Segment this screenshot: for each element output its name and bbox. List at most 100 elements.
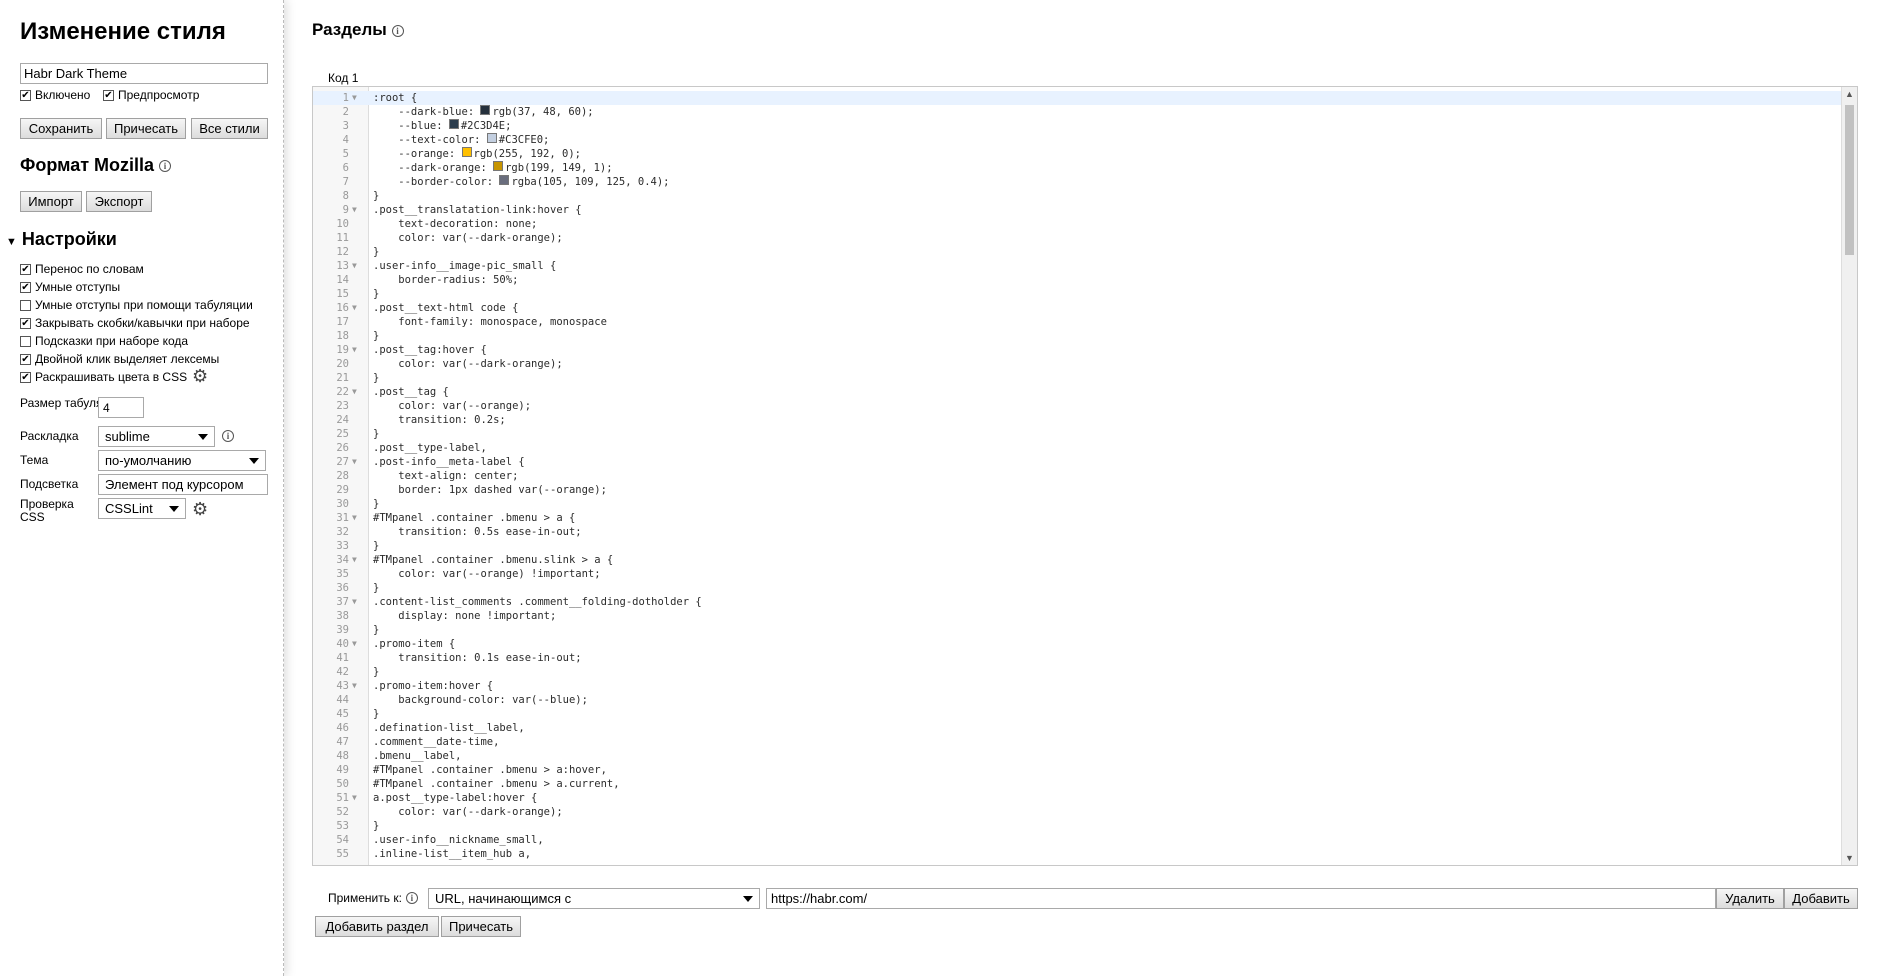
settings-option[interactable]: ✔ Двойной клик выделяет лексемы [20,352,219,366]
keymap-info-icon[interactable]: i [222,430,234,442]
export-button[interactable]: Экспорт [86,191,152,212]
scrollbar-thumb[interactable] [1845,105,1854,255]
apply-info-icon[interactable]: i [405,892,418,904]
import-button[interactable]: Импорт [20,191,82,212]
code-line[interactable]: 29 border: 1px dashed var(--orange); [313,483,1841,497]
code-line[interactable]: 48 .bmenu__label, [313,749,1841,763]
code-line[interactable]: 28 text-align: center; [313,469,1841,483]
code-line[interactable]: 42} [313,665,1841,679]
code-line[interactable]: 5 --orange: rgb(255, 192, 0); [313,147,1841,161]
beautify-button[interactable]: Причесать [106,118,186,139]
code-line[interactable]: 38 display: none !important; [313,609,1841,623]
code-line[interactable]: 23 color: var(--orange); [313,399,1841,413]
code-line[interactable]: 36} [313,581,1841,595]
fold-arrow-icon[interactable]: ▼ [352,301,357,315]
code-line[interactable]: 53} [313,819,1841,833]
option-checkbox[interactable] [20,299,31,311]
code-line[interactable]: 17 font-family: monospace, monospace [313,315,1841,329]
color-swatch[interactable] [448,119,459,129]
preview-checkbox[interactable]: ✔ [103,89,114,101]
code-line[interactable]: 43 ▼ .promo-item:hover { [313,679,1841,693]
code-line[interactable]: 44 background-color: var(--blue); [313,693,1841,707]
code-line[interactable]: 51 ▼ a.post__type-label:hover { [313,791,1841,805]
settings-title[interactable]: ▼ Настройки [6,229,117,250]
option-checkbox[interactable]: ✔ [20,281,31,293]
keymap-select[interactable]: sublime [98,426,215,447]
tab-size-input[interactable] [98,397,144,418]
option-checkbox[interactable] [20,335,31,347]
save-button[interactable]: Сохранить [20,118,102,139]
scroll-down-icon[interactable]: ▼ [1845,853,1854,863]
apply-url-input[interactable] [766,888,1716,909]
code-line[interactable]: 47 .comment__date-time, [313,735,1841,749]
code-line[interactable]: 20 color: var(--dark-orange); [313,357,1841,371]
highlight-select[interactable]: Элемент под курсором [98,474,268,495]
enabled-checkbox-row[interactable]: ✔ Включено [20,88,90,102]
sections-info-icon[interactable]: i [391,24,404,37]
fold-arrow-icon[interactable]: ▼ [352,791,357,805]
code-line[interactable]: 11 color: var(--dark-orange); [313,231,1841,245]
settings-option[interactable]: Умные отступы при помощи табуляции [20,298,253,312]
fold-arrow-icon[interactable]: ▼ [352,91,357,105]
code-line[interactable]: 46 .defination-list__label, [313,721,1841,735]
code-line[interactable]: 35 color: var(--orange) !important; [313,567,1841,581]
code-line[interactable]: 12} [313,245,1841,259]
fold-arrow-icon[interactable]: ▼ [352,385,357,399]
color-swatch[interactable] [461,147,472,157]
code-line[interactable]: 21} [313,371,1841,385]
code-line[interactable]: 33} [313,539,1841,553]
code-line[interactable]: 32 transition: 0.5s ease-in-out; [313,525,1841,539]
code-line[interactable]: 31 ▼ #TMpanel .container .bmenu > a { [313,511,1841,525]
code-lines[interactable]: 1 ▼:root {2 --dark-blue: rgb(37, 48, 60);… [313,91,1841,861]
preview-checkbox-row[interactable]: ✔ Предпросмотр [103,88,199,102]
lint-gear-icon[interactable]: ⚙ [192,500,208,518]
code-line[interactable]: 24 transition: 0.2s; [313,413,1841,427]
beautify-section-button[interactable]: Причесать [441,916,521,937]
code-editor[interactable]: 1 ▼:root {2 --dark-blue: rgb(37, 48, 60);… [312,86,1858,866]
color-swatch[interactable] [499,175,510,185]
code-line[interactable]: 14 border-radius: 50%; [313,273,1841,287]
code-line[interactable]: 10 text-decoration: none; [313,217,1841,231]
fold-arrow-icon[interactable]: ▼ [352,679,357,693]
settings-option[interactable]: ✔ Перенос по словам [20,262,144,276]
code-line[interactable]: 54 .user-info__nickname_small, [313,833,1841,847]
color-swatch[interactable] [493,161,504,171]
fold-arrow-icon[interactable]: ▼ [352,259,357,273]
code-line[interactable]: 49 #TMpanel .container .bmenu > a:hover, [313,763,1841,777]
info-icon[interactable]: i [159,160,172,173]
code-line[interactable]: 2 --dark-blue: rgb(37, 48, 60); [313,105,1841,119]
code-line[interactable]: 1 ▼:root { [313,91,1841,105]
code-line[interactable]: 41 transition: 0.1s ease-in-out; [313,651,1841,665]
vertical-scrollbar[interactable]: ▲ ▼ [1841,87,1857,865]
code-line[interactable]: 3 --blue: #2C3D4E; [313,119,1841,133]
scroll-up-icon[interactable]: ▲ [1845,89,1854,99]
code-line[interactable]: 19 ▼ .post__tag:hover { [313,343,1841,357]
option-checkbox[interactable]: ✔ [20,263,31,275]
fold-arrow-icon[interactable]: ▼ [352,455,357,469]
code-line[interactable]: 34 ▼ #TMpanel .container .bmenu.slink > a … [313,553,1841,567]
code-line[interactable]: 40 ▼ .promo-item { [313,637,1841,651]
all-styles-button[interactable]: Все стили [191,118,268,139]
color-swatch[interactable] [480,105,491,115]
code-line[interactable]: 26 .post__type-label, [313,441,1841,455]
enabled-checkbox[interactable]: ✔ [20,89,31,101]
code-line[interactable]: 30} [313,497,1841,511]
code-line[interactable]: 37 ▼ .content-list_comments .comment__fold… [313,595,1841,609]
code-line[interactable]: 52 color: var(--dark-orange); [313,805,1841,819]
fold-arrow-icon[interactable]: ▼ [352,343,357,357]
code-line[interactable]: 45} [313,707,1841,721]
code-line[interactable]: 39} [313,623,1841,637]
code-line[interactable]: 27 ▼ .post-info__meta-label { [313,455,1841,469]
theme-select[interactable]: по-умолчанию [98,450,266,471]
apply-type-select[interactable]: URL, начинающимся с [428,888,760,909]
code-line[interactable]: 18} [313,329,1841,343]
code-line[interactable]: 55 .inline-list__item_hub a, [313,847,1841,861]
settings-option[interactable]: ✔ Умные отступы [20,280,120,294]
code-line[interactable]: 22 ▼ .post__tag { [313,385,1841,399]
code-line[interactable]: 6 --dark-orange: rgb(199, 149, 1); [313,161,1841,175]
add-section-button[interactable]: Добавить раздел [315,916,439,937]
code-line[interactable]: 9 ▼ .post__translatation-link:hover { [313,203,1841,217]
fold-arrow-icon[interactable]: ▼ [352,203,357,217]
delete-button[interactable]: Удалить [1716,888,1784,909]
code-line[interactable]: 4 --text-color: #C3CFE0; [313,133,1841,147]
